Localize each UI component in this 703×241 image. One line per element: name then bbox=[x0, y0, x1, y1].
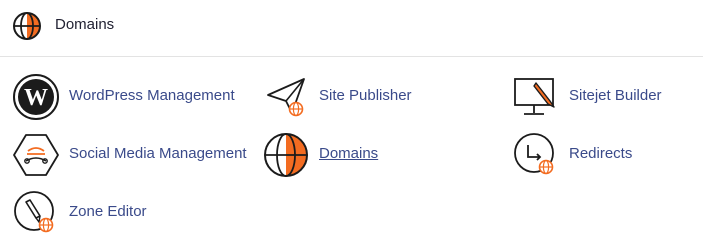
item-label: Domains bbox=[319, 145, 379, 162]
domains-section: Domains W WordPress Management Site Publ… bbox=[0, 0, 703, 241]
item-label: Zone Editor bbox=[69, 203, 147, 220]
sitejet-builder-link[interactable]: Sitejet Builder bbox=[512, 73, 672, 121]
section-header[interactable]: Domains bbox=[0, 0, 703, 57]
wordpress-management-link[interactable]: W WordPress Management bbox=[12, 73, 242, 121]
wordpress-icon: W bbox=[13, 74, 59, 120]
domains-link[interactable]: Domains bbox=[262, 131, 392, 179]
paper-plane-icon bbox=[267, 78, 305, 117]
redirects-link[interactable]: Redirects bbox=[512, 131, 642, 179]
social-media-icon bbox=[13, 134, 59, 176]
item-label: Social Media Management bbox=[69, 145, 247, 162]
item-label: Redirects bbox=[569, 145, 633, 162]
monitor-pencil-icon bbox=[514, 78, 555, 115]
site-publisher-link[interactable]: Site Publisher bbox=[262, 73, 422, 121]
svg-text:W: W bbox=[24, 85, 48, 111]
item-label: WordPress Management bbox=[69, 87, 235, 104]
zone-editor-link[interactable]: Zone Editor bbox=[12, 189, 152, 237]
zone-editor-icon bbox=[14, 191, 54, 233]
social-media-management-link[interactable]: Social Media Management bbox=[12, 131, 252, 179]
section-title: Domains bbox=[55, 16, 115, 33]
redirect-icon bbox=[514, 133, 554, 175]
globe-icon bbox=[13, 12, 41, 40]
item-label: Sitejet Builder bbox=[569, 87, 662, 104]
item-label: Site Publisher bbox=[319, 87, 412, 104]
globe-icon bbox=[264, 133, 308, 177]
